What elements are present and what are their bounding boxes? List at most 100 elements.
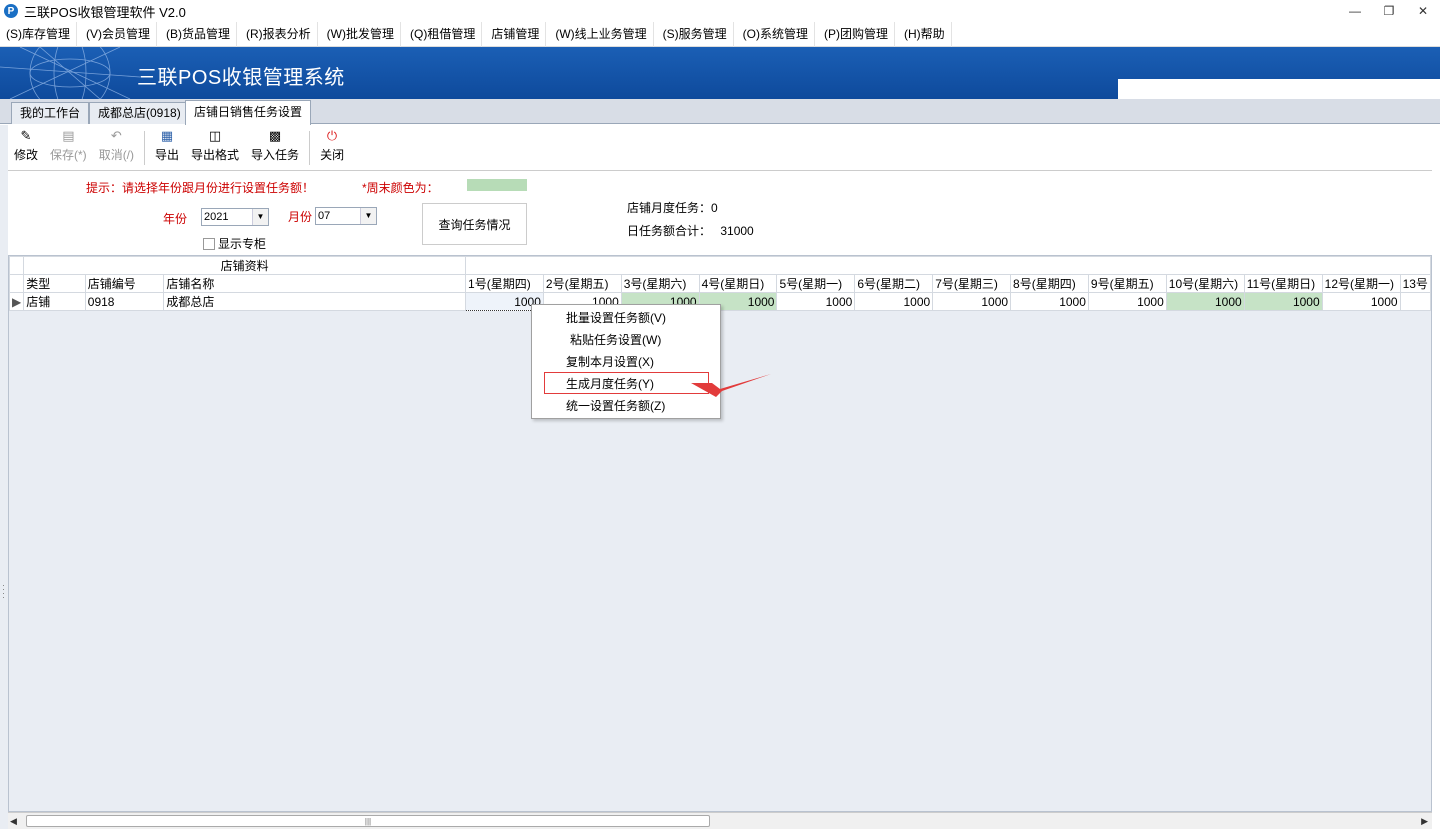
- cell-name[interactable]: 成都总店: [163, 292, 467, 311]
- col-header-day[interactable]: 3号(星期六): [620, 274, 700, 293]
- close-label: 关闭: [320, 148, 345, 162]
- cell-day-value[interactable]: 1000: [932, 292, 1012, 311]
- ctx-generate-monthly[interactable]: 生成月度任务(Y): [544, 372, 709, 394]
- cell-day-value[interactable]: 1000: [776, 292, 856, 311]
- menu-member[interactable]: (V)会员管理: [80, 21, 157, 47]
- col-header-day[interactable]: 8号(星期四): [1010, 274, 1089, 293]
- close-window-icon[interactable]: ✕: [1406, 0, 1440, 22]
- scroll-right-icon[interactable]: ▶: [1421, 816, 1428, 827]
- daily-total-value: 31000: [720, 224, 754, 238]
- window-titlebar: P 三联POS收银管理软件 V2.0 — ❐ ✕: [0, 0, 1440, 22]
- export-button[interactable]: ▦ 导出: [149, 125, 185, 169]
- tab-workbench[interactable]: 我的工作台: [11, 102, 90, 124]
- cell-day-value[interactable]: 1000: [1321, 292, 1401, 311]
- col-header-day[interactable]: 9号(星期五): [1087, 274, 1167, 293]
- show-counter-checkbox[interactable]: [203, 237, 215, 250]
- menu-service[interactable]: (S)服务管理: [657, 21, 734, 47]
- col-header-day[interactable]: 11号(星期日): [1243, 274, 1323, 293]
- restore-icon[interactable]: ❐: [1372, 0, 1406, 22]
- col-header-day[interactable]: 6号(星期二): [854, 274, 934, 293]
- export-format-button[interactable]: ◫ 导出格式: [185, 125, 245, 169]
- cashier-link[interactable]: 收银: [1146, 81, 1202, 99]
- show-counter-checkbox-wrap[interactable]: 显示专柜: [203, 235, 266, 252]
- import-task-button[interactable]: ▩ 导入任务: [245, 125, 305, 169]
- export-disk-icon: ▦: [160, 128, 174, 143]
- switch-operator-link[interactable]: 更换操作员: [1258, 81, 1350, 99]
- month-select[interactable]: 07 ▼: [315, 207, 377, 225]
- col-header-day[interactable]: 2号(星期五): [542, 274, 622, 293]
- col-header-day[interactable]: 12号(星期一): [1321, 274, 1401, 293]
- ctx-copy-month[interactable]: 复制本月设置(X): [532, 351, 720, 373]
- minimize-icon[interactable]: —: [1338, 0, 1372, 22]
- menu-rental[interactable]: (Q)租借管理: [404, 21, 483, 47]
- cell-day-value[interactable]: 1000: [854, 292, 934, 311]
- menu-wholesale[interactable]: (W)批发管理: [321, 21, 401, 47]
- cell-type[interactable]: 店铺: [23, 292, 86, 311]
- cell-day-value[interactable]: 1000: [1087, 292, 1167, 311]
- cell-day-value[interactable]: 1000: [1243, 292, 1323, 311]
- col-header-name[interactable]: 店铺名称: [163, 274, 467, 293]
- year-select[interactable]: 2021 ▼: [201, 208, 269, 226]
- exit-system-link[interactable]: 退出系统: [1350, 81, 1430, 99]
- menu-online[interactable]: (W)线上业务管理: [549, 21, 654, 47]
- save-button[interactable]: ▤ 保存(*): [44, 125, 93, 169]
- floppy-disk-icon: ▤: [62, 128, 75, 143]
- menu-bar: (S)库存管理 (V)会员管理 (B)货品管理 (R)报表分析 (W)批发管理 …: [0, 21, 1440, 47]
- horizontal-scrollbar[interactable]: ◀ ||| ▶: [8, 812, 1432, 829]
- export-label: 导出: [155, 148, 180, 162]
- undo-icon: ↶: [110, 128, 122, 143]
- chevron-down-icon[interactable]: ▼: [252, 209, 268, 225]
- toolbar-divider: [144, 131, 146, 165]
- col-header-day[interactable]: 7号(星期三): [932, 274, 1012, 293]
- context-menu: 批量设置任务额(V) 粘贴任务设置(W) 复制本月设置(X) 生成月度任务(Y)…: [531, 304, 721, 419]
- signin-link[interactable]: 签到: [1202, 81, 1258, 99]
- scroll-thumb[interactable]: |||: [26, 815, 710, 827]
- ctx-batch-set[interactable]: 批量设置任务额(V): [532, 307, 720, 329]
- cell-day-value[interactable]: 1000: [1165, 292, 1245, 311]
- splitter-grip-icon: · · · ·: [2, 580, 5, 602]
- group-header-store-info: 店铺资料: [23, 256, 467, 275]
- globe-decoration-icon: [0, 47, 140, 99]
- menu-inventory[interactable]: (S)库存管理: [0, 21, 77, 47]
- hint-text: 提示：请选择年份跟月份进行设置任务额！: [86, 181, 315, 195]
- col-header-type[interactable]: 类型: [23, 274, 86, 293]
- row-indicator-icon: ▶: [8, 292, 25, 311]
- col-header-day[interactable]: 4号(星期日): [698, 274, 778, 293]
- ctx-uniform-set[interactable]: 统一设置任务额(Z): [532, 395, 720, 417]
- col-header-day[interactable]: 1号(星期四): [465, 274, 544, 293]
- cell-day-value[interactable]: 1000: [1010, 292, 1089, 311]
- query-task-button[interactable]: 查询任务情况: [422, 203, 527, 245]
- col-header-day[interactable]: 10号(星期六): [1165, 274, 1245, 293]
- tab-bar: 我的工作台 成都总店(0918) 店铺日销售任务设置: [0, 99, 1440, 125]
- col-header-code[interactable]: 店铺编号: [84, 274, 165, 293]
- col-header-day[interactable]: 13号: [1399, 274, 1432, 293]
- menu-store[interactable]: 店铺管理: [485, 21, 547, 47]
- close-button[interactable]: ⏻ 关闭: [314, 125, 350, 169]
- left-splitter[interactable]: · · · ·: [0, 125, 8, 829]
- cell-day-value[interactable]: [1399, 292, 1432, 311]
- filter-form: 提示：请选择年份跟月份进行设置任务额！ *周末颜色为： 年份 2021 ▼ 月份…: [8, 171, 1432, 255]
- col-header-day[interactable]: 5号(星期一): [776, 274, 856, 293]
- show-counter-label: 显示专柜: [218, 237, 267, 251]
- chevron-down-icon[interactable]: ▼: [360, 208, 376, 224]
- daily-total-text: 日任务额合计： 31000: [627, 222, 754, 239]
- menu-system[interactable]: (O)系统管理: [737, 21, 815, 47]
- edit-button[interactable]: ✎ 修改: [8, 125, 44, 169]
- cancel-label: 取消(/): [98, 148, 135, 162]
- tab-chengdu-store[interactable]: 成都总店(0918): [89, 102, 190, 124]
- monthly-task-text: 店铺月度任务：0: [627, 201, 718, 215]
- menu-groupbuy[interactable]: (P)团购管理: [818, 21, 895, 47]
- menu-help[interactable]: (H)帮助: [898, 21, 952, 47]
- menu-goods[interactable]: (B)货品管理: [160, 21, 237, 47]
- pencil-icon: ✎: [20, 128, 32, 143]
- cell-code[interactable]: 0918: [84, 292, 165, 311]
- daily-total-label: 日任务额合计：: [627, 224, 712, 238]
- menu-reports[interactable]: (R)报表分析: [240, 21, 318, 47]
- ctx-paste-settings[interactable]: 粘贴任务设置(W): [532, 329, 720, 351]
- save-label: 保存(*): [50, 148, 87, 162]
- weekend-color-label: *周末颜色为：: [362, 181, 439, 195]
- tab-daily-sales-task[interactable]: 店铺日销售任务设置: [185, 100, 312, 125]
- month-label: 月份: [288, 210, 313, 224]
- cancel-button[interactable]: ↶ 取消(/): [93, 125, 140, 169]
- scroll-left-icon[interactable]: ◀: [10, 816, 17, 827]
